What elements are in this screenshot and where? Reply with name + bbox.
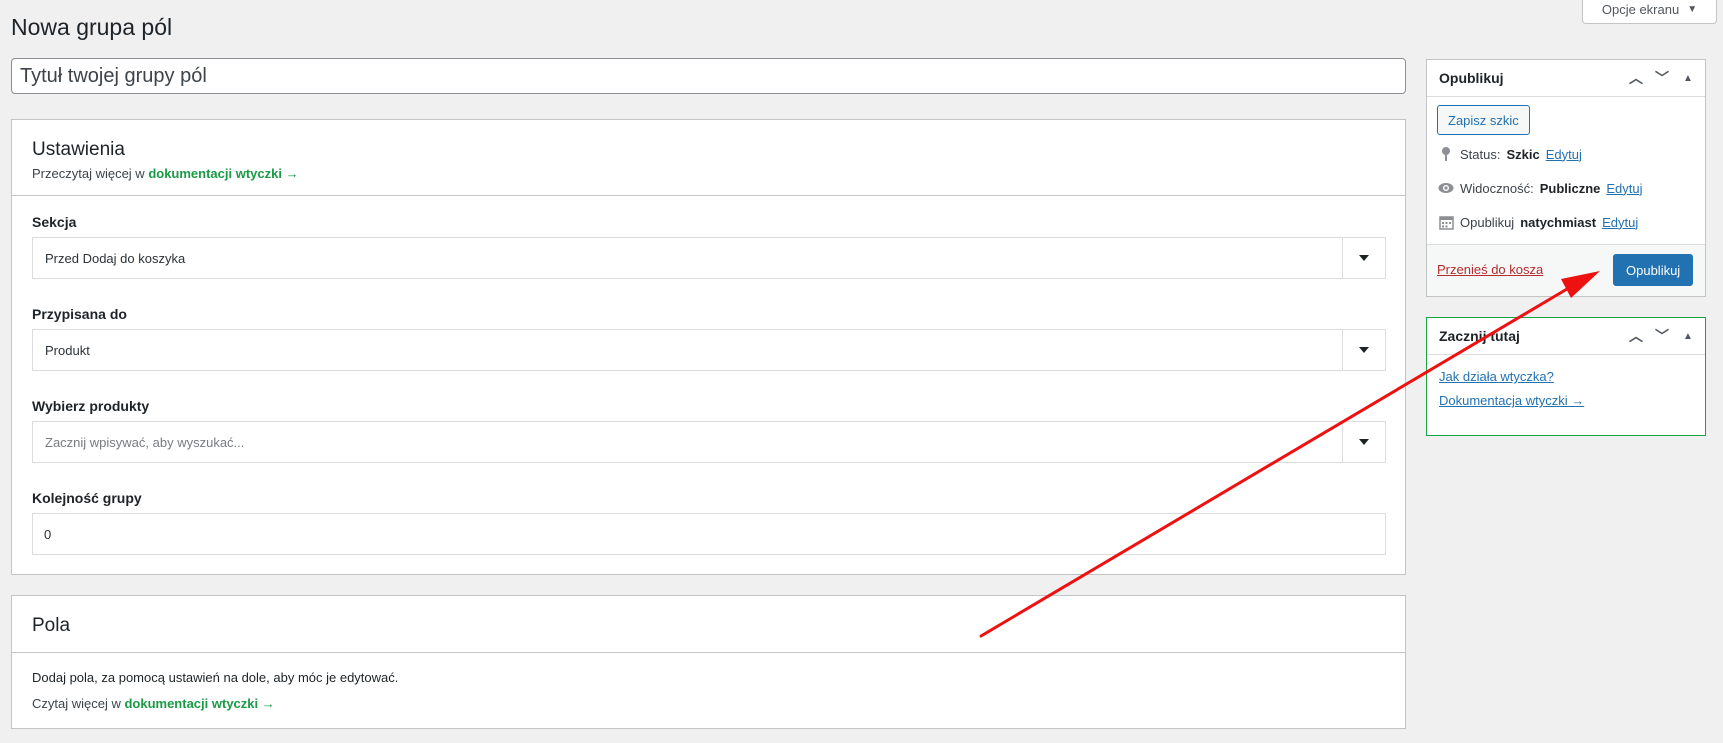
annotation-arrow: [979, 271, 1600, 638]
